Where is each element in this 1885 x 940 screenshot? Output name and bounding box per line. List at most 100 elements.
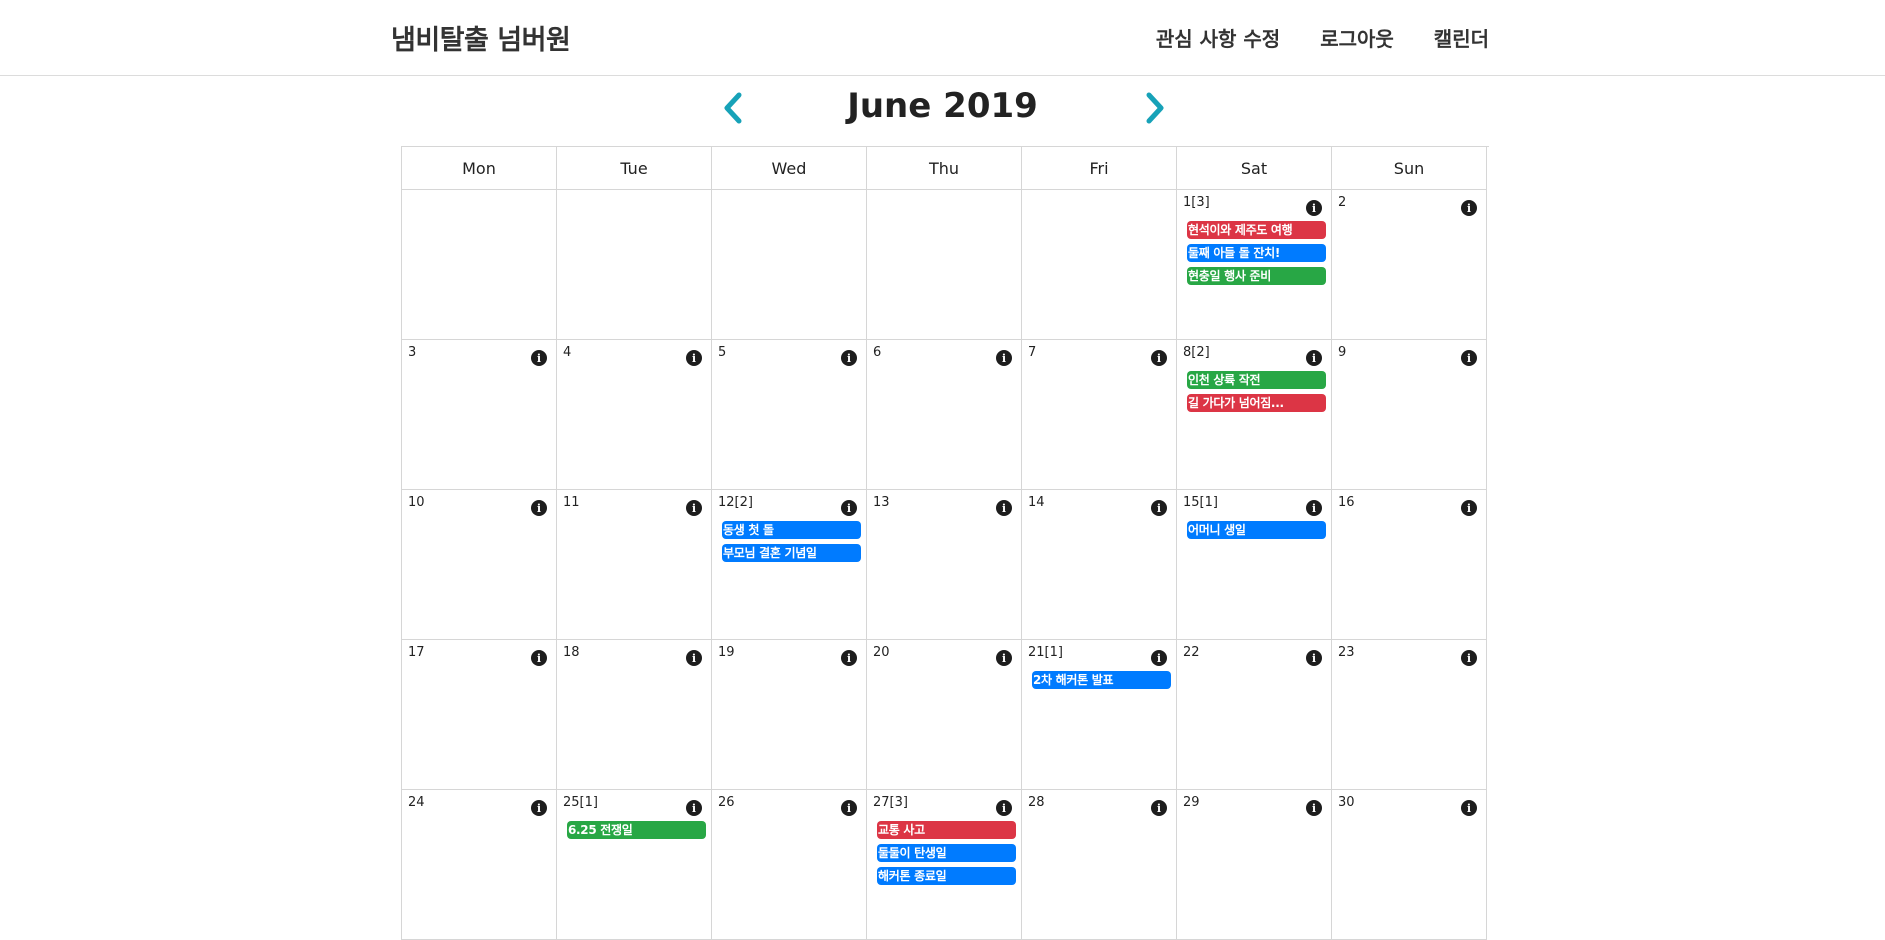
calendar-day-cell[interactable]: 7i [1022, 340, 1177, 490]
calendar-day-cell[interactable]: 2i [1332, 190, 1487, 340]
day-number: 8[2] [1183, 345, 1210, 360]
calendar-day-cell[interactable]: 1[3] i 현석이와 제주도 여행 둘째 아들 돌 잔치! 현충일 행사 준비 [1177, 190, 1332, 340]
calendar-week-row: 3 i 4 i 5 i 6 i 7 i 8[2] i 인천 상륙 작전 길 가다가 넘어짐... 9 i [402, 340, 1489, 490]
calendar-day-cell[interactable]: 9i [1332, 340, 1487, 490]
day-number: 10 [408, 495, 425, 510]
event-list: 인천 상륙 작전길 가다가 넘어짐... [1187, 371, 1326, 417]
calendar-day-cell[interactable]: 28 i [1022, 790, 1177, 940]
event-badge[interactable]: 둘둘이 탄생일 [877, 844, 1016, 862]
event-badge[interactable]: 길 가다가 넘어짐... [1187, 394, 1326, 412]
info-icon[interactable]: i [1151, 350, 1167, 366]
nav-link-edit-interests[interactable]: 관심 사항 수정 [1156, 23, 1280, 52]
calendar-day-cell[interactable]: 14 i [1022, 490, 1177, 640]
event-badge[interactable]: 교통 사고 [877, 821, 1016, 839]
event-list: 6.25 전쟁일 [567, 821, 706, 844]
info-icon[interactable]: i [996, 650, 1012, 666]
calendar-weeks: 1[3] i 현석이와 제주도 여행 둘째 아들 돌 잔치! 현충일 행사 준비 2 i 3 i… [402, 190, 1489, 940]
calendar-day-cell[interactable]: 29 i [1177, 790, 1332, 940]
calendar-day-cell[interactable]: 27[3] i 교통 사고둘둘이 탄생일해커톤 종료일 [867, 790, 1022, 940]
event-badge[interactable]: 현충일 행사 준비 [1187, 267, 1326, 285]
weekday-sun: Sun [1332, 147, 1487, 190]
calendar-day-cell[interactable]: 24 i [402, 790, 557, 940]
calendar-day-cell[interactable]: 25[1] i 6.25 전쟁일 [557, 790, 712, 940]
info-icon[interactable]: i [841, 800, 857, 816]
info-icon[interactable]: i [841, 650, 857, 666]
info-icon[interactable]: i [841, 350, 857, 366]
info-icon[interactable]: i [1306, 500, 1322, 516]
info-icon[interactable]: i [1306, 200, 1322, 216]
info-icon[interactable]: i [1461, 650, 1477, 666]
calendar-day-cell[interactable]: 5i [712, 340, 867, 490]
info-icon[interactable]: i [1461, 500, 1477, 516]
calendar-day-cell[interactable]: 19 i [712, 640, 867, 790]
calendar-day-cell[interactable]: 20 i [867, 640, 1022, 790]
info-icon[interactable]: i [996, 500, 1012, 516]
calendar-header: June 2019 [0, 76, 1885, 146]
calendar-day-cell[interactable]: 10 i [402, 490, 557, 640]
next-month-button[interactable] [1136, 90, 1172, 126]
info-icon[interactable]: i [1151, 800, 1167, 816]
weekday-sat: Sat [1177, 147, 1332, 190]
calendar-day-cell[interactable] [1022, 190, 1177, 340]
day-number: 30 [1338, 795, 1355, 810]
calendar-day-cell[interactable] [402, 190, 557, 340]
calendar-day-cell[interactable]: 21[1] i 2차 해커톤 발표 [1022, 640, 1177, 790]
day-number: 3 [408, 345, 417, 360]
calendar-day-cell[interactable]: 30 i [1332, 790, 1487, 940]
info-icon[interactable]: i [841, 500, 857, 516]
info-icon[interactable]: i [686, 500, 702, 516]
info-icon[interactable]: i [1151, 500, 1167, 516]
info-icon[interactable]: i [531, 650, 547, 666]
nav-link-logout[interactable]: 로그아웃 [1320, 23, 1394, 52]
event-list: 동생 첫 돌부모님 결혼 기념일 [722, 521, 861, 567]
info-icon[interactable]: i [1306, 350, 1322, 366]
calendar-day-cell[interactable]: 15[1] i 어머니 생일 [1177, 490, 1332, 640]
info-icon[interactable]: i [531, 350, 547, 366]
info-icon[interactable]: i [1461, 200, 1477, 216]
calendar-day-cell[interactable]: 12[2] i 동생 첫 돌 부모님 결혼 기념일 [712, 490, 867, 640]
info-icon[interactable]: i [1151, 650, 1167, 666]
info-icon[interactable]: i [996, 800, 1012, 816]
calendar-day-cell[interactable]: 23 i [1332, 640, 1487, 790]
event-badge[interactable]: 현석이와 제주도 여행 [1187, 221, 1326, 239]
info-icon[interactable]: i [686, 350, 702, 366]
day-number: 27[3] [873, 795, 908, 810]
calendar-day-cell[interactable]: 4i [557, 340, 712, 490]
day-number: 21[1] [1028, 645, 1063, 660]
calendar-day-cell[interactable] [557, 190, 712, 340]
calendar-day-cell[interactable]: 16 i [1332, 490, 1487, 640]
calendar-day-cell[interactable] [712, 190, 867, 340]
calendar-day-cell[interactable]: 8[2] i 인천 상륙 작전길 가다가 넘어짐... [1177, 340, 1332, 490]
calendar-day-cell[interactable]: 26 i [712, 790, 867, 940]
calendar-day-cell[interactable]: 11 i [557, 490, 712, 640]
info-icon[interactable]: i [1306, 800, 1322, 816]
event-badge[interactable]: 어머니 생일 [1187, 521, 1326, 539]
info-icon[interactable]: i [1306, 650, 1322, 666]
info-icon[interactable]: i [996, 350, 1012, 366]
weekday-fri: Fri [1022, 147, 1177, 190]
event-badge[interactable]: 동생 첫 돌 [722, 521, 861, 539]
calendar-day-cell[interactable]: 6i [867, 340, 1022, 490]
calendar-day-cell[interactable]: 22 i [1177, 640, 1332, 790]
event-list: 교통 사고둘둘이 탄생일해커톤 종료일 [877, 821, 1016, 890]
nav-link-calendar[interactable]: 캘린더 [1434, 23, 1489, 52]
calendar-day-cell[interactable]: 13 i [867, 490, 1022, 640]
info-icon[interactable]: i [1461, 800, 1477, 816]
info-icon[interactable]: i [1461, 350, 1477, 366]
event-badge[interactable]: 2차 해커톤 발표 [1032, 671, 1171, 689]
info-icon[interactable]: i [686, 650, 702, 666]
calendar-day-cell[interactable] [867, 190, 1022, 340]
info-icon[interactable]: i [686, 800, 702, 816]
calendar-week-row: 10 i 11 i 12[2] i 동생 첫 돌 부모님 결혼 기념일 13 i 14 i 15[1] i… [402, 490, 1489, 640]
calendar-day-cell[interactable]: 3i [402, 340, 557, 490]
event-badge[interactable]: 둘째 아들 돌 잔치! [1187, 244, 1326, 262]
event-badge[interactable]: 부모님 결혼 기념일 [722, 544, 861, 562]
calendar-day-cell[interactable]: 17 i [402, 640, 557, 790]
info-icon[interactable]: i [531, 500, 547, 516]
event-badge[interactable]: 인천 상륙 작전 [1187, 371, 1326, 389]
info-icon[interactable]: i [531, 800, 547, 816]
brand-logo[interactable]: 냄비탈출 넘버원 [391, 18, 571, 57]
event-badge[interactable]: 해커톤 종료일 [877, 867, 1016, 885]
calendar-day-cell[interactable]: 18 i [557, 640, 712, 790]
event-badge[interactable]: 6.25 전쟁일 [567, 821, 706, 839]
